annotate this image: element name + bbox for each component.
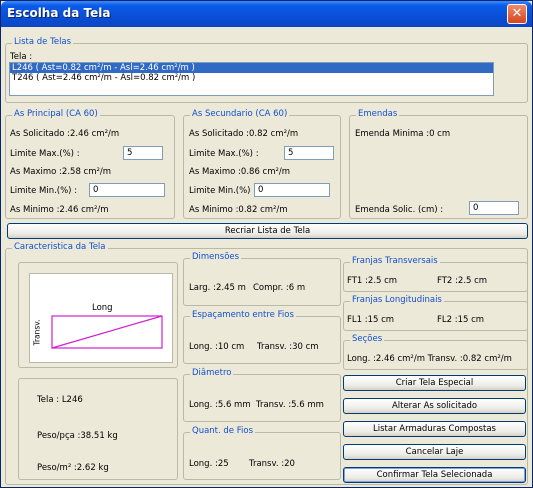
dim-larg: Larg. :2.45 m	[189, 283, 246, 293]
quant-transv: Transv. :20	[249, 459, 295, 469]
secoes-text: Long. :2.46 cm²/m Transv. :0.82 cm²/m	[347, 354, 512, 364]
close-icon[interactable]: ✕	[507, 4, 527, 24]
esp-long: Long. :10 cm	[189, 342, 245, 352]
as-secundario-limite-max-input[interactable]: 5	[284, 146, 334, 160]
as-principal-limite-min-label: Limite Min.(%) :	[10, 186, 78, 196]
preview-transv-label: Transv.	[32, 319, 42, 346]
tela-name: Tela : L246	[37, 395, 83, 405]
peso-pca: Peso/pça :38.51 kg	[37, 431, 118, 441]
fl2: FL2 :15 cm	[437, 315, 485, 325]
tela-label: Tela :	[10, 52, 33, 62]
diam-long: Long. :5.6 mm	[189, 400, 251, 410]
dim-compr: Compr. :6 m	[253, 283, 306, 293]
as-principal-legend: As Principal (CA 60)	[12, 109, 100, 119]
as-secundario-maximo: As Maximo :0.86 cm²/m	[189, 167, 291, 177]
as-secundario-limite-max-label: Limite Max.(%) :	[189, 149, 259, 159]
criar-tela-especial-button[interactable]: Criar Tela Especial	[343, 375, 526, 391]
dialog-window: Escolha da Tela ✕ Lista de Telas Tela : …	[0, 0, 533, 488]
tela-listbox[interactable]: L246 ( Ast=0.82 cm²/m - Asl=2.46 cm²/m )…	[9, 62, 494, 96]
tela-preview-drawing	[51, 315, 163, 349]
franjas-transversais-legend: Franjas Transversais	[350, 256, 440, 266]
quant-group: Quant. de Fios	[183, 426, 341, 480]
franjas-longitudinais-legend: Franjas Longitudinais	[350, 295, 444, 305]
preview-long-label: Long	[92, 303, 113, 313]
alterar-as-button[interactable]: Alterar As solicitado	[343, 398, 526, 414]
espacamento-group: Espaçamento entre Fios	[183, 310, 341, 364]
as-secundario-limite-min-label: Limite Min.(%) :	[189, 186, 257, 196]
diametro-legend: Diâmetro	[190, 368, 234, 378]
quant-long: Long. :25	[189, 459, 229, 469]
preview-diagonal	[51, 315, 163, 349]
emendas-legend: Emendas	[356, 109, 400, 119]
tela-preview: Long Transv.	[29, 273, 173, 363]
emenda-solic-input[interactable]: 0	[469, 201, 519, 215]
diam-transv: Transv. :5.6 mm	[256, 400, 324, 410]
confirmar-tela-button[interactable]: Confirmar Tela Selecionada	[343, 467, 526, 483]
window-title: Escolha da Tela	[7, 6, 111, 20]
as-principal-minimo: As Minimo :2.46 cm²/m	[10, 205, 109, 215]
peso-m2: Peso/m² :2.62 kg	[37, 463, 109, 473]
cancelar-laje-button[interactable]: Cancelar Laje	[343, 444, 526, 460]
as-secundario-legend: As Secundario (CA 60)	[190, 109, 290, 119]
as-secundario-solicitado: As Solicitado :0.82 cm²/m	[189, 129, 299, 139]
as-principal-limite-max-label: Limite Max.(%) :	[10, 149, 80, 159]
tela-list-item[interactable]: L246 ( Ast=0.82 cm²/m - Asl=2.46 cm²/m )	[10, 63, 493, 73]
as-secundario-minimo: As Minimo :0.82 cm²/m	[189, 205, 288, 215]
ft2: FT2 :2.5 cm	[437, 276, 488, 286]
dimensoes-legend: Dimensões	[190, 252, 242, 262]
recriar-lista-button[interactable]: Recriar Lista de Tela	[7, 223, 528, 239]
as-secundario-limite-min-input[interactable]: 0	[254, 183, 330, 197]
esp-transv: Transv. :30 cm	[257, 342, 319, 352]
espacamento-legend: Espaçamento entre Fios	[190, 310, 296, 320]
title-bar: Escolha da Tela ✕	[1, 1, 532, 27]
quant-legend: Quant. de Fios	[190, 426, 255, 436]
as-principal-limite-min-input[interactable]: 0	[89, 183, 165, 197]
diametro-group: Diâmetro	[183, 368, 341, 422]
dimensoes-group: Dimensões	[183, 252, 341, 306]
fl1: FL1 :15 cm	[347, 315, 395, 325]
lista-legend: Lista de Telas	[12, 37, 74, 47]
as-principal-limite-max-input[interactable]: 5	[123, 146, 163, 160]
tela-list-item[interactable]: T246 ( Ast=2.46 cm²/m - Asl=0.82 cm²/m )	[10, 73, 493, 83]
emenda-minima: Emenda Minima :0 cm	[355, 129, 451, 139]
ft1: FT1 :2.5 cm	[347, 276, 398, 286]
listar-armaduras-button[interactable]: Listar Armaduras Compostas	[343, 421, 526, 437]
caracteristica-legend: Caracteristica da Tela	[12, 242, 108, 252]
as-principal-maximo: As Maximo :2.58 cm²/m	[10, 167, 112, 177]
secoes-legend: Seções	[350, 334, 385, 344]
as-principal-solicitado: As Solicitado :2.46 cm²/m	[10, 129, 120, 139]
emenda-solic-label: Emenda Solic. (cm) :	[355, 205, 444, 215]
